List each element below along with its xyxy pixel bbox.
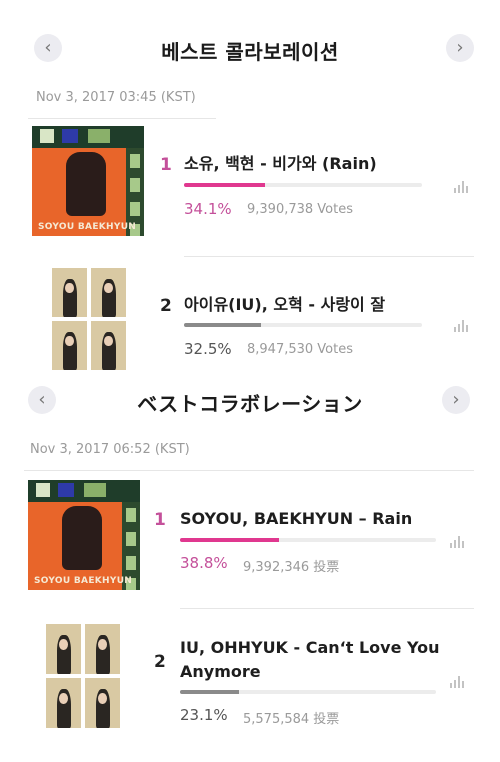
collab-section-korean: ‹ 베스트 콜라보레이션 › Nov 3, 2017 03:45 (KST) S…: [0, 0, 500, 380]
collab-section-japanese: ‹ ベストコラボレーション › Nov 3, 2017 06:52 (KST) …: [0, 380, 500, 762]
vote-count: 9,392,346 投票: [243, 560, 340, 575]
next-chevron-icon[interactable]: ›: [442, 386, 470, 414]
vote-percentage: 32.5%: [184, 340, 232, 358]
vote-count: 8,947,530 Votes: [247, 342, 353, 357]
divider: [180, 608, 474, 609]
vote-progress-bar: [184, 183, 422, 187]
rank-number: 1: [160, 155, 172, 175]
section-title: 베스트 콜라보레이션: [161, 40, 339, 64]
album-art-soyou-baekhyun[interactable]: SOYOU BAEKHYUN: [32, 126, 144, 236]
vote-count: 5,575,584 投票: [243, 712, 340, 727]
song-title[interactable]: IU, OHHYUK - Can‘t Love You Anymore: [180, 636, 444, 684]
vote-progress-fill: [184, 323, 262, 327]
timestamp: Nov 3, 2017 06:52 (KST): [30, 442, 190, 457]
album-art-label: SOYOU BAEKHYUN: [38, 222, 137, 232]
bar-chart-icon[interactable]: [454, 320, 468, 332]
divider: [28, 118, 216, 119]
divider: [184, 256, 474, 257]
next-chevron-icon[interactable]: ›: [446, 34, 474, 62]
album-art-label: SOYOU BAEKHYUN: [34, 576, 133, 586]
vote-percentage: 34.1%: [184, 200, 232, 218]
vote-progress-fill: [180, 538, 280, 542]
album-art-soyou-baekhyun[interactable]: SOYOU BAEKHYUN: [28, 480, 140, 590]
vote-progress-fill: [180, 690, 240, 694]
vote-progress-bar: [180, 538, 436, 542]
vote-percentage: 38.8%: [180, 554, 228, 572]
song-title[interactable]: 소유, 백현 - 비가와 (Rain): [184, 152, 434, 176]
vote-progress-bar: [184, 323, 422, 327]
divider: [24, 470, 474, 471]
bar-chart-icon[interactable]: [450, 536, 464, 548]
rank-number: 1: [154, 510, 166, 530]
vote-progress-bar: [180, 690, 436, 694]
rank-number: 2: [154, 652, 166, 672]
bar-chart-icon[interactable]: [450, 676, 464, 688]
timestamp: Nov 3, 2017 03:45 (KST): [36, 90, 196, 105]
song-title[interactable]: 아이유(IU), 오혁 - 사랑이 잘: [184, 293, 434, 317]
vote-progress-fill: [184, 183, 266, 187]
section-title: ベストコラボレーション: [137, 392, 363, 416]
album-art-iu-ohhyuk[interactable]: [52, 268, 126, 370]
album-art-iu-ohhyuk[interactable]: [46, 624, 120, 728]
bar-chart-icon[interactable]: [454, 181, 468, 193]
vote-count: 9,390,738 Votes: [247, 202, 353, 217]
vote-percentage: 23.1%: [180, 706, 228, 724]
song-title[interactable]: SOYOU, BAEKHYUN – Rain: [180, 507, 440, 531]
rank-number: 2: [160, 296, 172, 316]
